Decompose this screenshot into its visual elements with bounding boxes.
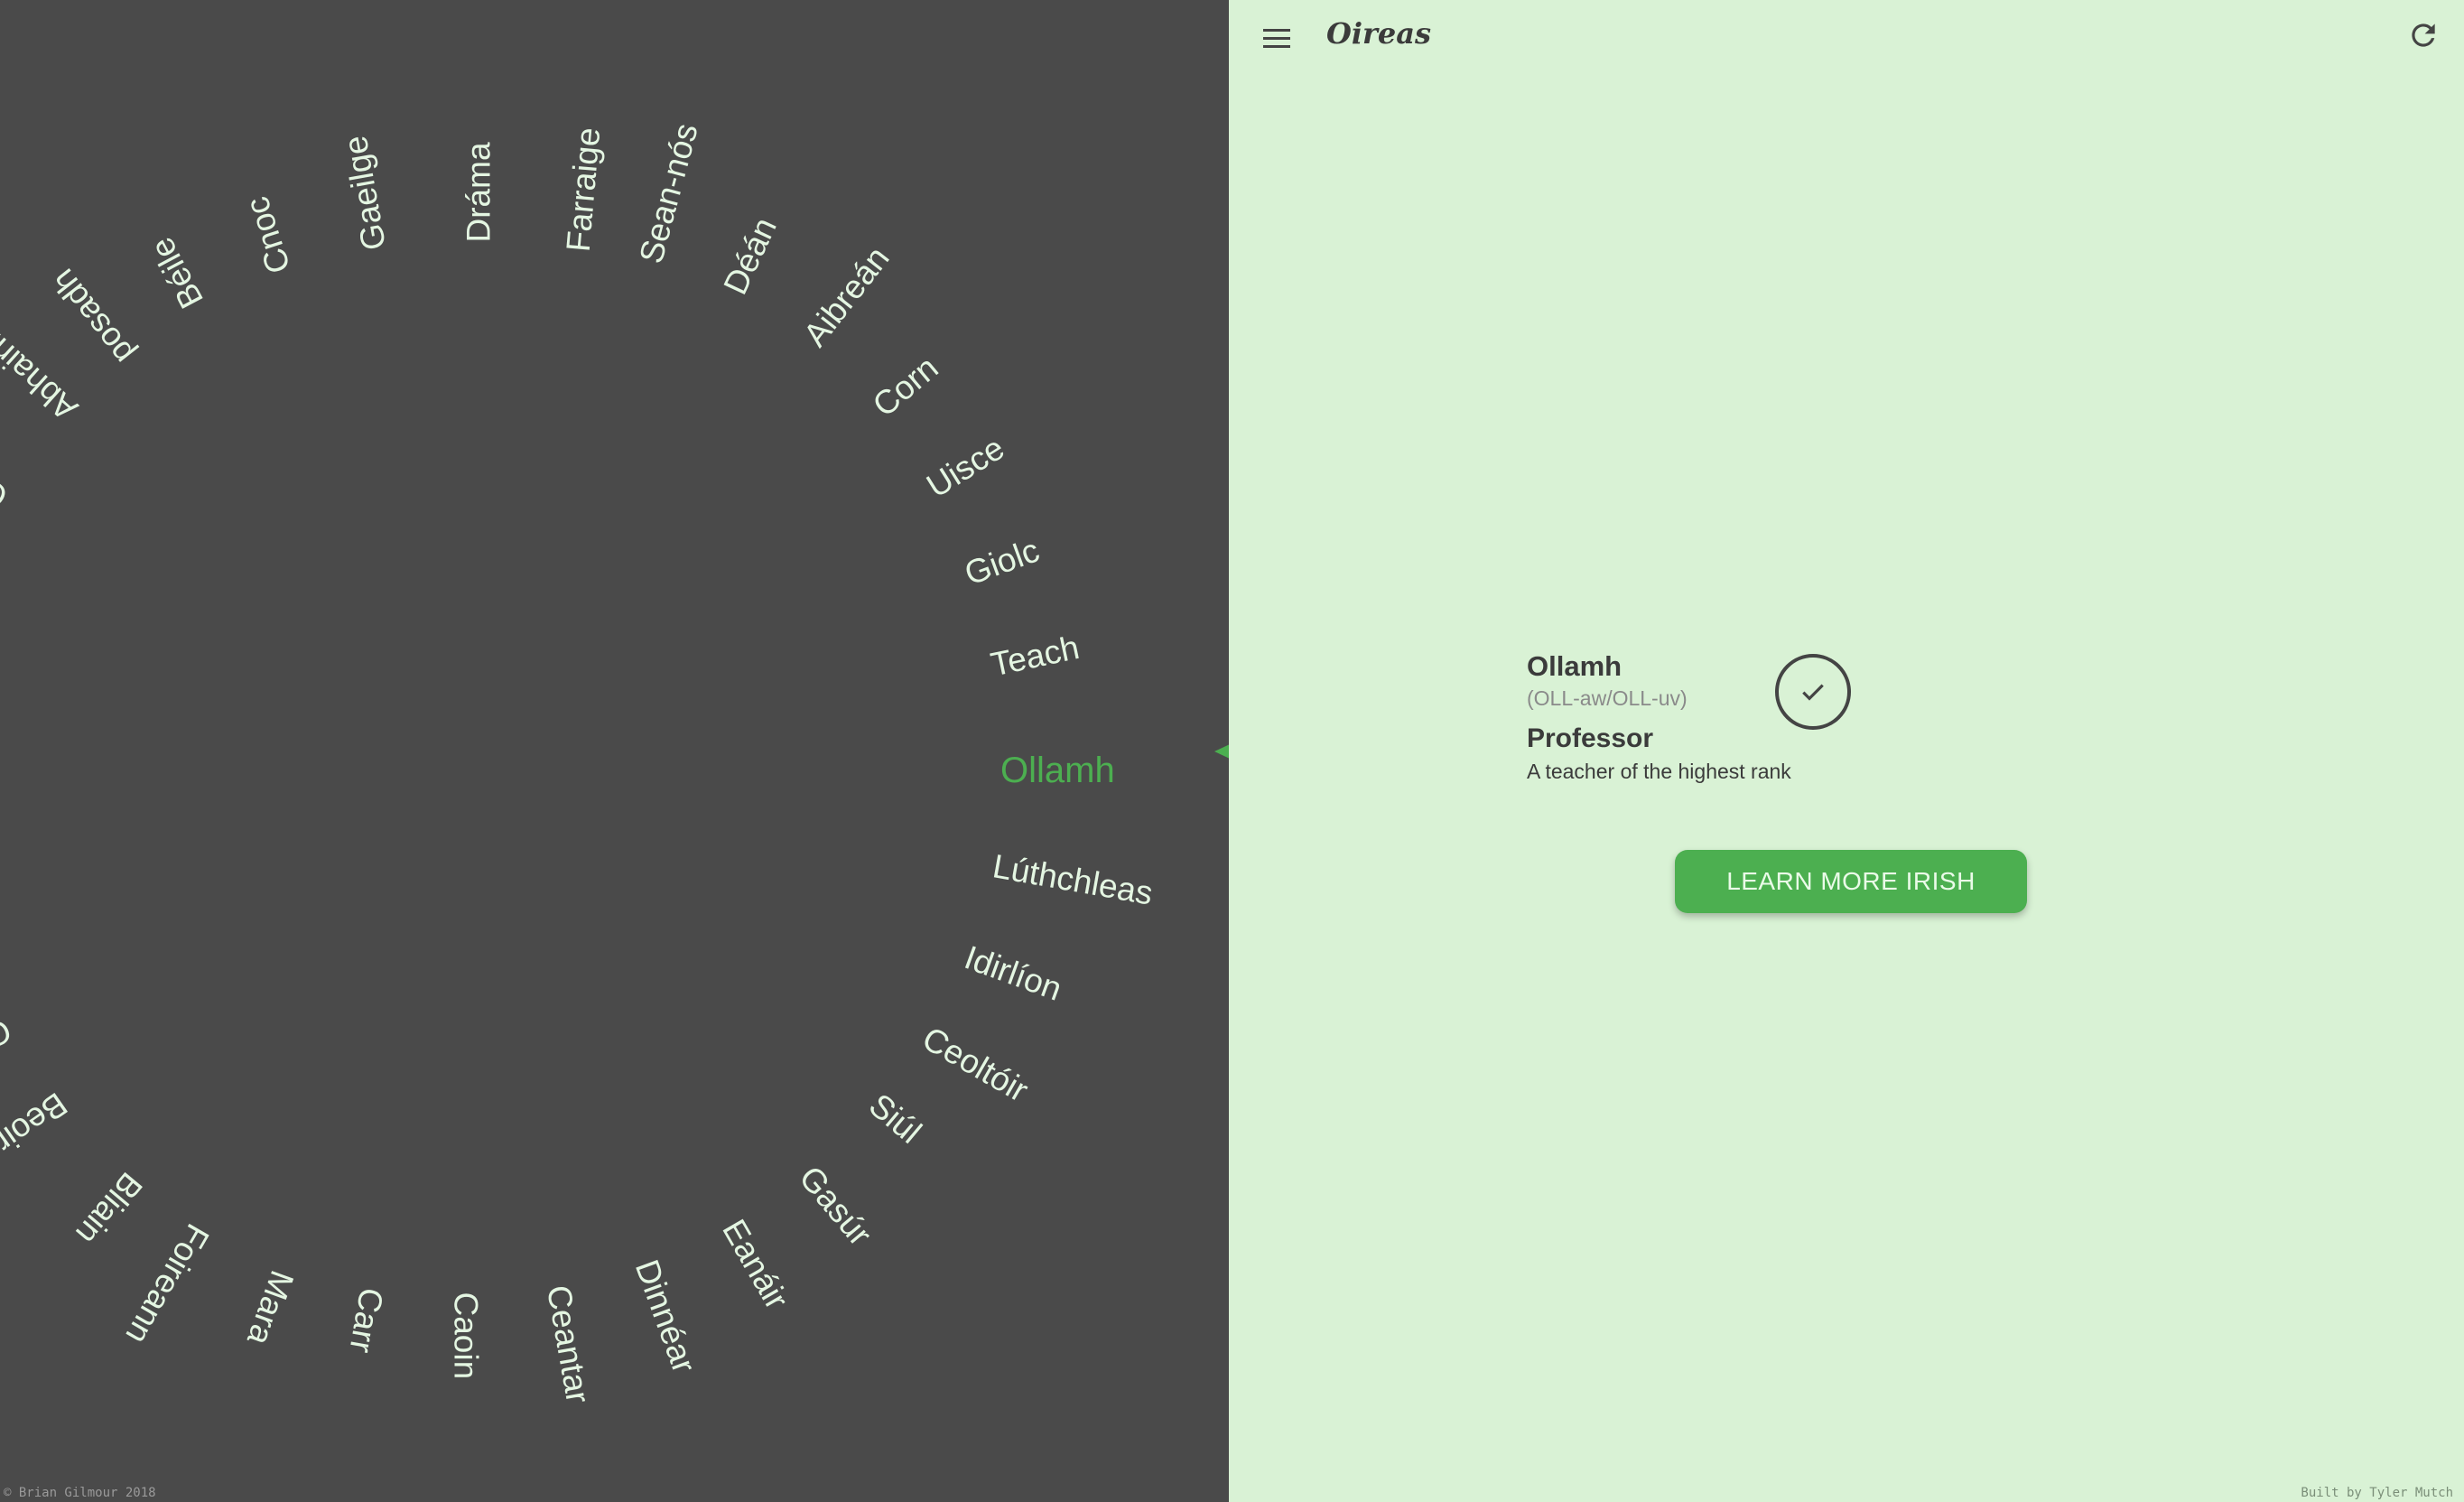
wheel-word[interactable]: Siúl bbox=[862, 1087, 929, 1151]
wheel-word[interactable]: Carr bbox=[342, 1285, 390, 1356]
wheel-word[interactable]: Gaeilge bbox=[337, 133, 394, 253]
wheel-word[interactable]: Sean-nós bbox=[632, 119, 705, 267]
word-wheel[interactable]: Teach Giolc Uisce Corn Aibreán Déán Sean-nós Fa… bbox=[0, 0, 1229, 1502]
wheel-word[interactable]: Lúthchleas bbox=[990, 847, 1155, 911]
wheel-word[interactable]: Farraige bbox=[560, 126, 608, 253]
app-title: Oireas bbox=[1326, 16, 1431, 51]
wheel-word[interactable]: Caoin bbox=[448, 1292, 485, 1380]
wheel-word[interactable]: Ga bbox=[0, 462, 14, 516]
wheel-word[interactable]: Ollamh bbox=[1000, 752, 1115, 788]
copyright: © Brian Gilmour 2018 bbox=[4, 1486, 156, 1500]
wheel-word[interactable]: Teach bbox=[988, 629, 1083, 684]
wheel-word[interactable]: Foireann bbox=[118, 1217, 217, 1350]
wheel-word[interactable]: Dinnéar bbox=[628, 1255, 703, 1377]
word-card: Ollamh (OLL-aw/OLL-uv) Professor A teach… bbox=[1527, 650, 2177, 795]
refresh-icon[interactable] bbox=[2406, 18, 2441, 52]
wheel-word[interactable]: Idirlíon bbox=[960, 938, 1066, 1008]
credit: Built by Tyler Mutch bbox=[2301, 1486, 2453, 1500]
wheel-word[interactable]: Bliain bbox=[69, 1165, 150, 1252]
wheel-word[interactable]: posadh bbox=[44, 262, 141, 371]
pointer-arrow-icon bbox=[1214, 739, 1229, 764]
wheel-word[interactable]: Ceantar bbox=[540, 1283, 597, 1406]
word-definition: A teacher of the highest rank bbox=[1527, 760, 1791, 783]
menu-icon[interactable] bbox=[1261, 25, 1292, 49]
wheel-word[interactable]: Corn bbox=[866, 349, 945, 424]
wheel-word[interactable]: Béile bbox=[143, 231, 210, 314]
word-translation: Professor bbox=[1527, 723, 1654, 753]
wheel-word[interactable]: Mara bbox=[240, 1265, 301, 1349]
wheel-word[interactable]: Gasúr bbox=[792, 1159, 879, 1253]
wheel-word[interactable]: G bbox=[0, 1012, 17, 1056]
wheel-word[interactable]: Cnoc bbox=[238, 192, 298, 278]
wheel-word[interactable]: Aibreán bbox=[796, 239, 897, 353]
learn-more-button[interactable]: LEARN MORE IRISH bbox=[1675, 850, 2027, 913]
check-icon[interactable] bbox=[1775, 654, 1851, 730]
wheel-word[interactable]: Dráma bbox=[460, 142, 497, 242]
wheel-word[interactable]: Giolc bbox=[960, 531, 1044, 592]
wheel-word[interactable]: Eanáir bbox=[715, 1213, 795, 1315]
word-title: Ollamh bbox=[1527, 650, 1623, 682]
wheel-word[interactable]: Beoir bbox=[0, 1086, 74, 1161]
wheel-word[interactable]: Uisce bbox=[920, 429, 1010, 505]
wheel-word[interactable]: Ceoltóir bbox=[916, 1020, 1035, 1109]
main-panel: Oireas Ollamh (OLL-aw/OLL-uv) Professor … bbox=[1229, 0, 2464, 1502]
word-pronunciation: (OLL-aw/OLL-uv) bbox=[1527, 686, 1688, 710]
wheel-word[interactable]: Déán bbox=[716, 212, 784, 300]
wheel-word[interactable]: Abhainn bbox=[0, 318, 85, 427]
